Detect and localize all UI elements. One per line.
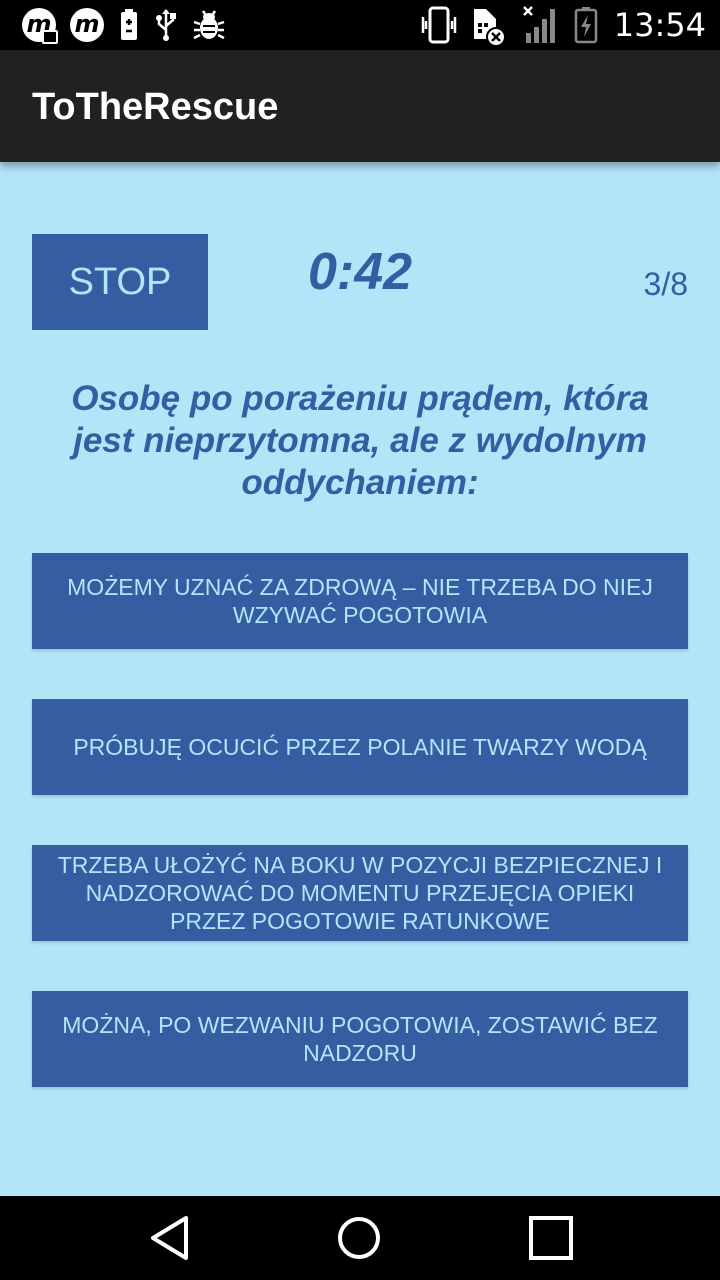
usb-icon [154,8,178,42]
clock: 13:54 [613,6,706,44]
app-title: ToTheRescue [32,86,279,128]
battery-saver-icon [118,8,140,42]
status-right-icons: 13:54 [420,3,706,47]
back-icon[interactable] [146,1213,196,1263]
answer-button-4[interactable]: MOŻNA, PO WEZWANIU POGOTOWIA, ZOSTAWIĆ B… [32,991,688,1087]
sim-error-icon [470,3,508,47]
answer-label: TRZEBA UŁOŻYĆ NA BOKU W POZYCJI BEZPIECZ… [57,852,663,934]
answer-label: MOŻEMY UZNAĆ ZA ZDROWĄ – NIE TRZEBA DO N… [67,574,653,628]
mobile-m-icon: m [70,8,104,42]
app-bar: ToTheRescue [0,50,720,162]
battery-charging-icon [574,6,598,44]
answer-label: MOŻNA, PO WEZWANIU POGOTOWIA, ZOSTAWIĆ B… [62,1012,658,1066]
answer-button-2[interactable]: PRÓBUJĘ OCUCIĆ PRZEZ POLANIE TWARZY WODĄ [32,699,688,795]
answer-button-1[interactable]: MOŻEMY UZNAĆ ZA ZDROWĄ – NIE TRZEBA DO N… [32,553,688,649]
home-icon[interactable] [334,1213,384,1263]
status-left-icons: m m [22,8,226,44]
status-bar: m m 13:54 [0,0,720,50]
stop-button[interactable]: STOP [32,234,208,330]
question-progress: 3/8 [643,266,688,302]
question-text: Osobę po porażeniu prądem, która jest ni… [71,379,649,502]
navigation-bar [0,1196,720,1280]
bug-icon [192,8,226,42]
vibrate-icon [420,5,458,45]
mobile-m-camera-icon: m [22,8,58,44]
answer-label: PRÓBUJĘ OCUCIĆ PRZEZ POLANIE TWARZY WODĄ [73,734,647,760]
quiz-timer: 0:42 [307,243,413,301]
signal-icon [520,5,562,45]
recents-icon[interactable] [526,1213,576,1263]
answer-button-3[interactable]: TRZEBA UŁOŻYĆ NA BOKU W POZYCJI BEZPIECZ… [32,845,688,941]
